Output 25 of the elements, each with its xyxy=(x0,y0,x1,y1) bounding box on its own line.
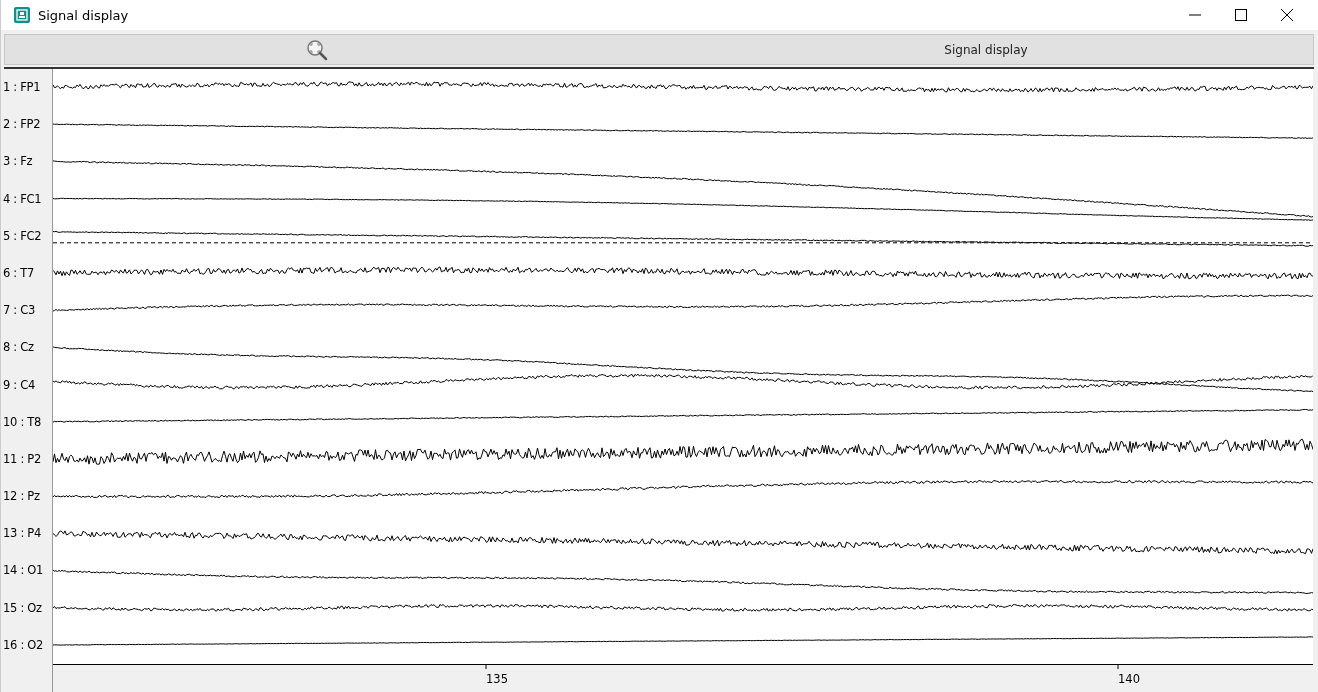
channel-label: 8 : Cz xyxy=(3,339,35,357)
channel-label: 2 : FP2 xyxy=(3,116,42,134)
channel-label: 14 : O1 xyxy=(3,562,45,580)
channel-label: 10 : T8 xyxy=(3,413,43,431)
channel-label: 15 : Oz xyxy=(3,599,43,617)
channel-label: 3 : Fz xyxy=(3,153,34,171)
close-icon xyxy=(1281,9,1293,21)
channel-label: 7 : C3 xyxy=(3,302,37,320)
channel-label: 1 : FP1 xyxy=(3,79,42,96)
channel-label: 6 : T7 xyxy=(3,264,36,282)
maximize-icon xyxy=(1235,9,1247,21)
app-icon xyxy=(14,7,30,23)
channel-label: 11 : P2 xyxy=(3,450,42,468)
channel-label: 5 : FC2 xyxy=(3,227,43,245)
axis-tick-label: 140 xyxy=(1118,672,1140,686)
toolbar-title: Signal display xyxy=(944,42,1028,57)
zoom-button[interactable] xyxy=(305,37,329,62)
channel-label: 16 : O2 xyxy=(3,636,45,654)
channel-label: 4 : FC1 xyxy=(3,190,43,208)
channel-label: 12 : Pz xyxy=(3,488,41,506)
axis-tick-label: 135 xyxy=(486,672,508,686)
channel-label: 9 : C4 xyxy=(3,376,37,394)
channel-label: 13 : P4 xyxy=(3,525,42,543)
window-title: Signal display xyxy=(38,7,129,23)
zoom-icon xyxy=(306,38,328,61)
